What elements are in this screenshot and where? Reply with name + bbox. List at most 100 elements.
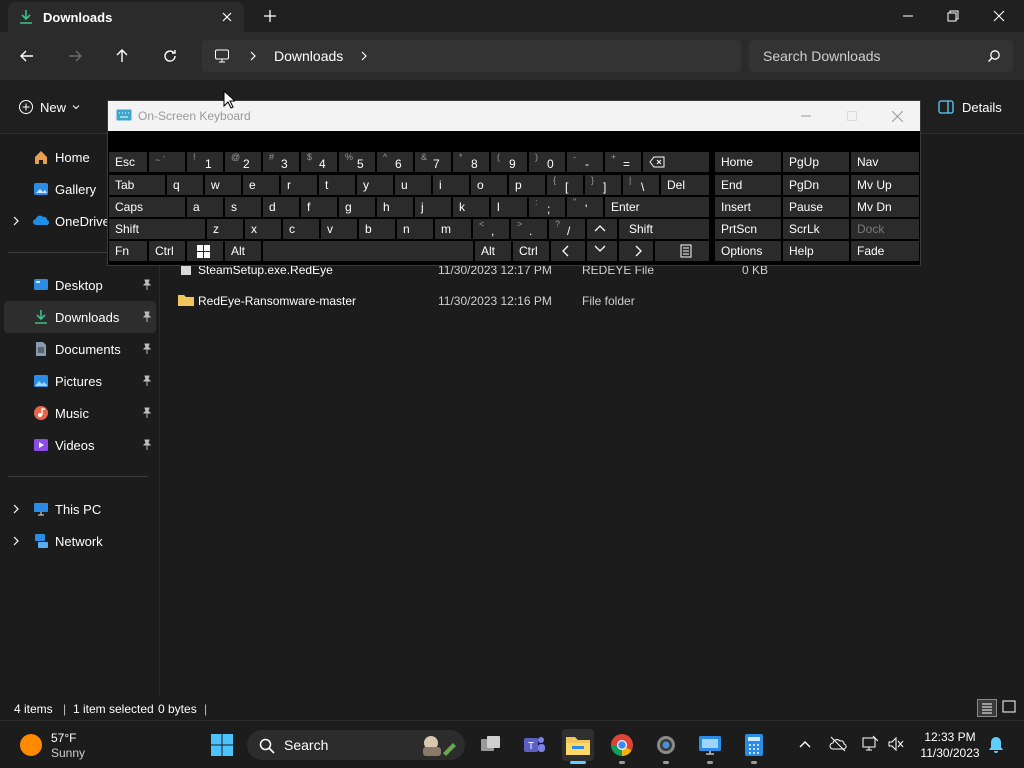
key-9[interactable]: (9 [491,152,527,172]
key-scrlk[interactable]: ScrLk [783,219,849,239]
chevron-right-icon[interactable] [10,215,22,227]
key-left-ctrl[interactable]: Ctrl [149,241,185,261]
key-g[interactable]: g [339,197,375,217]
key-y[interactable]: y [357,175,393,195]
key-quote[interactable]: " ' [567,197,603,217]
onedrive-offline-icon[interactable] [829,735,847,753]
system-clock[interactable]: 12:33 PM 11/30/2023 [916,729,984,761]
key-home[interactable]: Home [715,152,781,172]
key-fn[interactable]: Fn [109,241,147,261]
tiles-view-button[interactable] [1000,699,1020,717]
key-right-shift[interactable]: Shift [619,219,709,239]
up-button[interactable] [110,44,134,68]
key-7[interactable]: & 7 [415,152,451,172]
search-box[interactable] [749,40,1013,72]
teams-app[interactable]: T [518,729,550,761]
key-4[interactable]: $4 [301,152,337,172]
key-n[interactable]: n [397,219,433,239]
key-arrow-down[interactable] [587,241,617,261]
pin-icon[interactable] [141,343,153,355]
details-button[interactable]: Details [938,96,1002,118]
key-3[interactable]: #3 [263,152,299,172]
key-enter[interactable]: Enter [605,197,709,217]
key-pgdn[interactable]: PgDn [783,175,849,195]
key-fade[interactable]: Fade [851,241,919,261]
key-h[interactable]: h [377,197,413,217]
refresh-button[interactable] [158,44,182,68]
sidebar-item-desktop[interactable]: Desktop [0,269,158,301]
key-period[interactable]: >. [511,219,547,239]
key-menu[interactable] [655,241,709,261]
key-dock[interactable]: Dock [851,219,919,239]
remote-desktop-app[interactable] [694,729,726,764]
address-bar[interactable]: Downloads [202,40,741,72]
key-o[interactable]: o [471,175,507,195]
key-2[interactable]: @2 [225,152,261,172]
key-del[interactable]: Del [661,175,709,195]
new-tab-icon[interactable] [260,6,280,26]
key-right-alt[interactable]: Alt [475,241,511,261]
key-t[interactable]: t [319,175,355,195]
osk-maximize-button[interactable] [829,101,875,131]
key-tilde[interactable]: ~ ` [149,152,185,172]
key-nav[interactable]: Nav [851,152,919,172]
notification-bell-icon[interactable] [988,736,1004,754]
key-e[interactable]: e [243,175,279,195]
key-8[interactable]: * 8 [453,152,489,172]
volume-muted-icon[interactable] [887,735,905,753]
key-p[interactable]: p [509,175,545,195]
sidebar-item-network[interactable]: Network [0,525,158,557]
start-button[interactable] [206,729,238,761]
tab-downloads[interactable]: Downloads [8,2,244,32]
key-arrow-up[interactable] [587,219,617,239]
key-s[interactable]: s [225,197,261,217]
network-status-icon[interactable] [861,735,879,753]
key-arrow-left[interactable] [551,241,585,261]
pin-icon[interactable] [141,375,153,387]
forward-button[interactable] [63,44,87,68]
back-button[interactable] [15,44,39,68]
key-r[interactable]: r [281,175,317,195]
key-i[interactable]: i [433,175,469,195]
sidebar-item-this-pc[interactable]: This PC [0,493,158,525]
chrome-app[interactable] [606,729,638,764]
key-minus[interactable]: -- [567,152,603,172]
osk-close-button[interactable] [874,101,920,131]
file-row[interactable]: RedEye-Ransomware-master 11/30/2023 12:1… [172,286,772,316]
sidebar-item-downloads[interactable]: Downloads [4,301,156,333]
key-f[interactable]: f [301,197,337,217]
search-input[interactable] [763,47,983,65]
sidebar-item-pictures[interactable]: Pictures [0,365,158,397]
chevron-right-icon[interactable] [10,503,22,515]
key-pgup[interactable]: PgUp [783,152,849,172]
minimize-button[interactable] [885,0,931,32]
pin-icon[interactable] [141,279,153,291]
key-mv-dn[interactable]: Mv Dn [851,197,919,217]
settings-app[interactable] [650,729,682,764]
key-windows[interactable] [187,241,223,261]
key-j[interactable]: j [415,197,451,217]
key-z[interactable]: z [207,219,243,239]
key-v[interactable]: v [321,219,357,239]
key-space[interactable] [263,241,473,261]
key-pause[interactable]: Pause [783,197,849,217]
key-m[interactable]: m [435,219,471,239]
key-1[interactable]: ! 1 [187,152,223,172]
weather-widget[interactable]: 57°F Sunny [16,729,136,761]
key-left-alt[interactable]: Alt [225,241,261,261]
task-view-button[interactable] [475,729,507,761]
key-slash[interactable]: ? / [549,219,585,239]
key-w[interactable]: w [205,175,241,195]
key-semicolon[interactable]: :; [529,197,565,217]
pin-icon[interactable] [141,311,153,323]
key-backslash[interactable]: | \ [623,175,659,195]
restore-button[interactable] [930,0,976,32]
key-right-ctrl[interactable]: Ctrl [513,241,549,261]
key-0[interactable]: ) 0 [529,152,565,172]
key-a[interactable]: a [187,197,223,217]
key-mv-up[interactable]: Mv Up [851,175,919,195]
key-u[interactable]: u [395,175,431,195]
key-k[interactable]: k [453,197,489,217]
key-l[interactable]: l [491,197,527,217]
chevron-right-icon[interactable] [10,535,22,547]
